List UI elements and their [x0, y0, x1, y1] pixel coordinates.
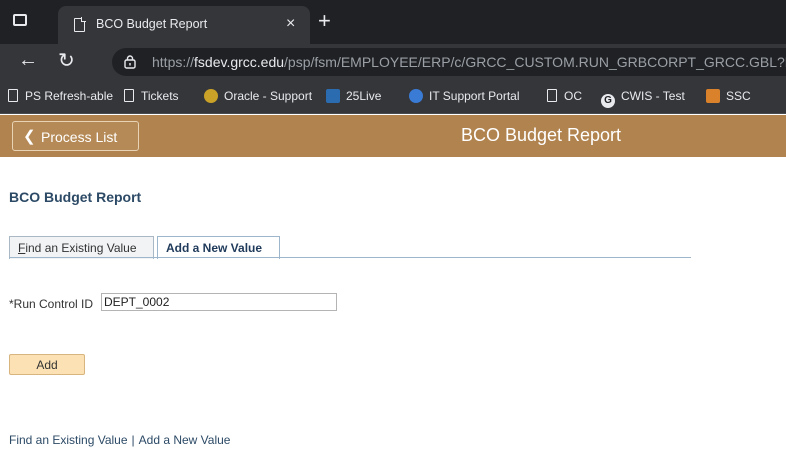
- add-button[interactable]: Add: [9, 354, 85, 375]
- new-tab-icon[interactable]: +: [318, 8, 331, 34]
- bookmark-oracle-support[interactable]: Oracle - Support: [204, 89, 312, 103]
- header-title: BCO Budget Report: [460, 125, 622, 145]
- ssc-icon: [706, 89, 720, 103]
- oracle-icon: [204, 89, 218, 103]
- page-icon: [124, 89, 134, 102]
- tab-title: BCO Budget Report: [96, 17, 208, 31]
- browser-toolbar: ← ↻ https://fsdev.grcc.edu/psp/fsm/EMPLO…: [0, 44, 786, 80]
- 25live-icon: [326, 89, 340, 103]
- bookmark-tickets[interactable]: Tickets: [124, 89, 179, 103]
- bookmark-ps-refresh[interactable]: PS Refresh-able: [8, 89, 113, 103]
- tab-find-existing-value[interactable]: Find an Existing Value: [9, 236, 154, 259]
- bookmark-25live[interactable]: 25Live: [326, 89, 381, 103]
- bookmark-cwis-test[interactable]: G CWIS - Test: [601, 89, 685, 108]
- tab-underline: [9, 257, 691, 258]
- page-icon: [8, 89, 18, 102]
- bookmark-it-support-portal[interactable]: IT Support Portal: [409, 89, 520, 103]
- ps-header-bar: ❮ Process List BCO Budget Report: [0, 115, 786, 157]
- tab-close-icon[interactable]: ×: [286, 15, 295, 33]
- bookmark-oc[interactable]: OC: [547, 89, 582, 103]
- page-title: BCO Budget Report: [9, 189, 142, 205]
- back-arrow-icon[interactable]: ←: [18, 49, 38, 72]
- reload-icon[interactable]: ↻: [58, 48, 75, 73]
- window-menu-icon[interactable]: [13, 14, 27, 26]
- site-info-icon[interactable]: [124, 55, 136, 69]
- bookmark-ssc[interactable]: SSC: [706, 89, 751, 103]
- page-icon: [547, 89, 557, 102]
- footer-find-existing-link[interactable]: Find an Existing Value: [9, 433, 128, 447]
- footer-separator: |: [131, 433, 135, 447]
- url-text: https://fsdev.grcc.edu/psp/fsm/EMPLOYEE/…: [152, 54, 786, 70]
- footer-add-new-link[interactable]: Add a New Value: [139, 433, 231, 447]
- address-bar[interactable]: https://fsdev.grcc.edu/psp/fsm/EMPLOYEE/…: [112, 48, 786, 76]
- browser-tab-strip: BCO Budget Report × +: [0, 0, 786, 44]
- bookmarks-bar: PS Refresh-able Tickets Oracle - Support…: [0, 80, 786, 114]
- browser-tab-active[interactable]: BCO Budget Report ×: [58, 6, 310, 44]
- tab-add-new-value[interactable]: Add a New Value: [157, 236, 280, 259]
- page-icon: [74, 17, 86, 32]
- run-control-id-label: *Run Control ID: [9, 297, 94, 311]
- run-control-id-input[interactable]: [101, 293, 337, 311]
- footer-links: Find an Existing Value | Add a New Value: [9, 433, 230, 447]
- google-icon: G: [601, 94, 615, 108]
- portal-icon: [409, 89, 423, 103]
